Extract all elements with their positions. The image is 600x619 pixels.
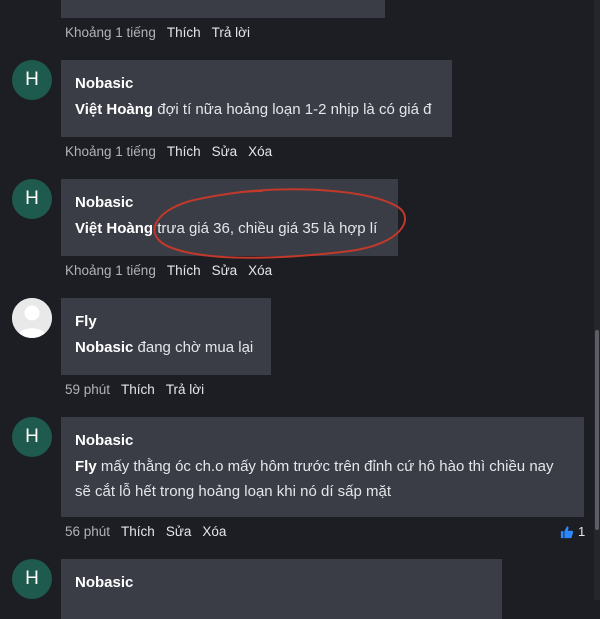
comment-actions: 56 phút Thích Sửa Xóa [65,524,226,539]
reply-link[interactable]: Trả lời [166,382,204,397]
comment-time: 59 phút [65,382,111,397]
comment-author[interactable]: Fly [75,313,257,331]
avatar[interactable]: H [12,179,52,219]
comment-time: Khoảng 1 tiếng [65,144,156,159]
comment-actions: Khoảng 1 tiếng Thích Sửa Xóa [65,263,272,278]
like-link[interactable]: Thích [167,263,201,278]
comment-actions: 59 phút Thích Trả lời [65,382,204,397]
comment-text-line1: mấy thằng óc ch.o mấy hôm trước trên đỉn… [96,458,554,475]
delete-link[interactable]: Xóa [248,263,272,278]
comment-text-content: đang chờ mua lại [133,339,254,356]
mention-link[interactable]: Fly [75,458,97,475]
comment-text: Fly mấy thằng óc ch.o mấy hôm trước trên… [75,454,570,504]
edit-link[interactable]: Sửa [212,263,238,278]
mention-link[interactable]: Việt Hoàng [75,101,153,118]
comment-text: Việt Hoàng đợi tí nữa hoảng loạn 1-2 nhị… [75,97,438,122]
avatar-letter: H [25,69,39,90]
delete-link[interactable]: Xóa [248,144,272,159]
comment-author[interactable]: Nobasic [75,574,488,592]
avatar-letter: H [25,568,39,589]
comment-author[interactable]: Nobasic [75,194,384,212]
comment-text: Nobasic đang chờ mua lại [75,335,257,360]
like-count-value: 1 [578,524,586,539]
comment-text-content: đợi tí nữa hoảng loạn 1-2 nhịp là có giá… [153,101,432,118]
mention-link[interactable]: Nobasic [75,339,133,356]
comment-bubble [61,0,385,18]
avatar[interactable]: H [12,417,52,457]
comment-bubble: Nobasic Việt Hoàng trưa giá 36, chiều gi… [61,179,398,256]
thumbs-up-icon [560,525,574,538]
like-link[interactable]: Thích [167,144,201,159]
comment-bubble: Nobasic Fly mấy thằng óc ch.o mấy hôm tr… [61,417,584,517]
comment-bubble: Nobasic [61,559,502,619]
edit-link[interactable]: Sửa [166,524,192,539]
comment-bubble: Nobasic Việt Hoàng đợi tí nữa hoảng loạn… [61,60,452,137]
comment-text-line2: sẽ cắt lỗ hết trong hoảng loạn khi nó dí… [75,483,392,500]
avatar-letter: H [25,188,39,209]
default-avatar-icon[interactable] [12,298,52,338]
comment-time: Khoảng 1 tiếng [65,25,156,40]
like-link[interactable]: Thích [121,382,155,397]
comment-author[interactable]: Nobasic [75,432,570,450]
comment-bubble: Fly Nobasic đang chờ mua lại [61,298,271,375]
default-avatar-icon [12,298,52,338]
reply-link[interactable]: Trả lời [212,25,250,40]
comment-text: Việt Hoàng trưa giá 36, chiều giá 35 là … [75,216,384,241]
comment-author[interactable]: Nobasic [75,75,438,93]
comment-time: Khoảng 1 tiếng [65,263,156,278]
comment-time: 56 phút [65,524,111,539]
scrollbar[interactable] [594,0,600,600]
avatar[interactable]: H [12,559,52,599]
comment-text-content: trưa giá 36, chiều giá 35 là hợp lí [153,220,378,237]
comment-actions: Khoảng 1 tiếng Thích Trả lời [65,25,250,40]
like-link[interactable]: Thích [167,25,201,40]
scrollbar-thumb[interactable] [595,330,599,530]
like-link[interactable]: Thích [121,524,155,539]
edit-link[interactable]: Sửa [212,144,238,159]
avatar-letter: H [25,426,39,447]
avatar[interactable]: H [12,60,52,100]
mention-link[interactable]: Việt Hoàng [75,220,153,237]
comment-actions: Khoảng 1 tiếng Thích Sửa Xóa [65,144,272,159]
like-count[interactable]: 1 [560,524,585,539]
delete-link[interactable]: Xóa [202,524,226,539]
